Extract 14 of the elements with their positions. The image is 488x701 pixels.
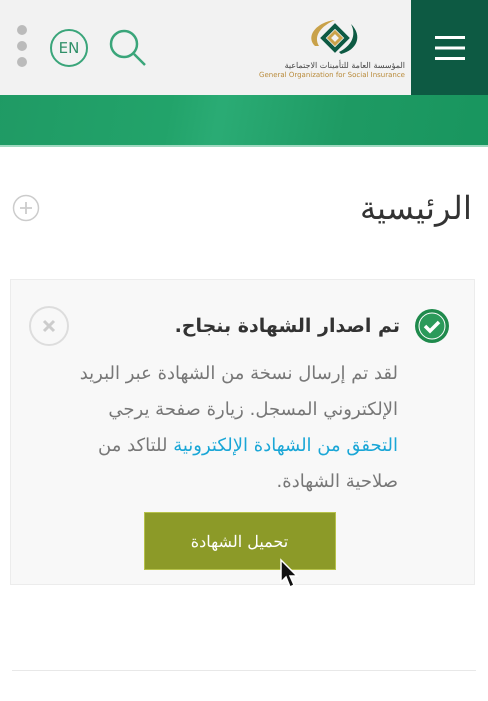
close-button[interactable]	[29, 306, 69, 346]
close-icon	[42, 319, 56, 333]
language-button[interactable]: EN	[50, 28, 88, 66]
download-certificate-button[interactable]: تحميل الشهادة	[144, 512, 336, 570]
search-icon[interactable]	[108, 28, 148, 68]
alert-title: تم اصدار الشهادة بنجاح.	[174, 315, 400, 337]
verify-certificate-link[interactable]: التحقق من الشهادة الإلكترونية	[173, 435, 398, 456]
menu-icon	[434, 36, 464, 60]
page-title: الرئيسية	[360, 189, 472, 227]
logo-arabic-text: المؤسسة العامة للتأمينات الاجتماعية	[284, 61, 405, 70]
plus-circle-icon[interactable]	[12, 194, 40, 222]
menu-button[interactable]	[411, 0, 488, 95]
alert-message: لقد تم إرسال نسخة من الشهادة عبر البريد الإلكتروني المسجل. زيارة صفحة يرجي التحقق من الشهادة الإلكترونية للتاكد من صلاحية الشهادة.	[78, 362, 398, 494]
check-icon	[414, 308, 450, 344]
